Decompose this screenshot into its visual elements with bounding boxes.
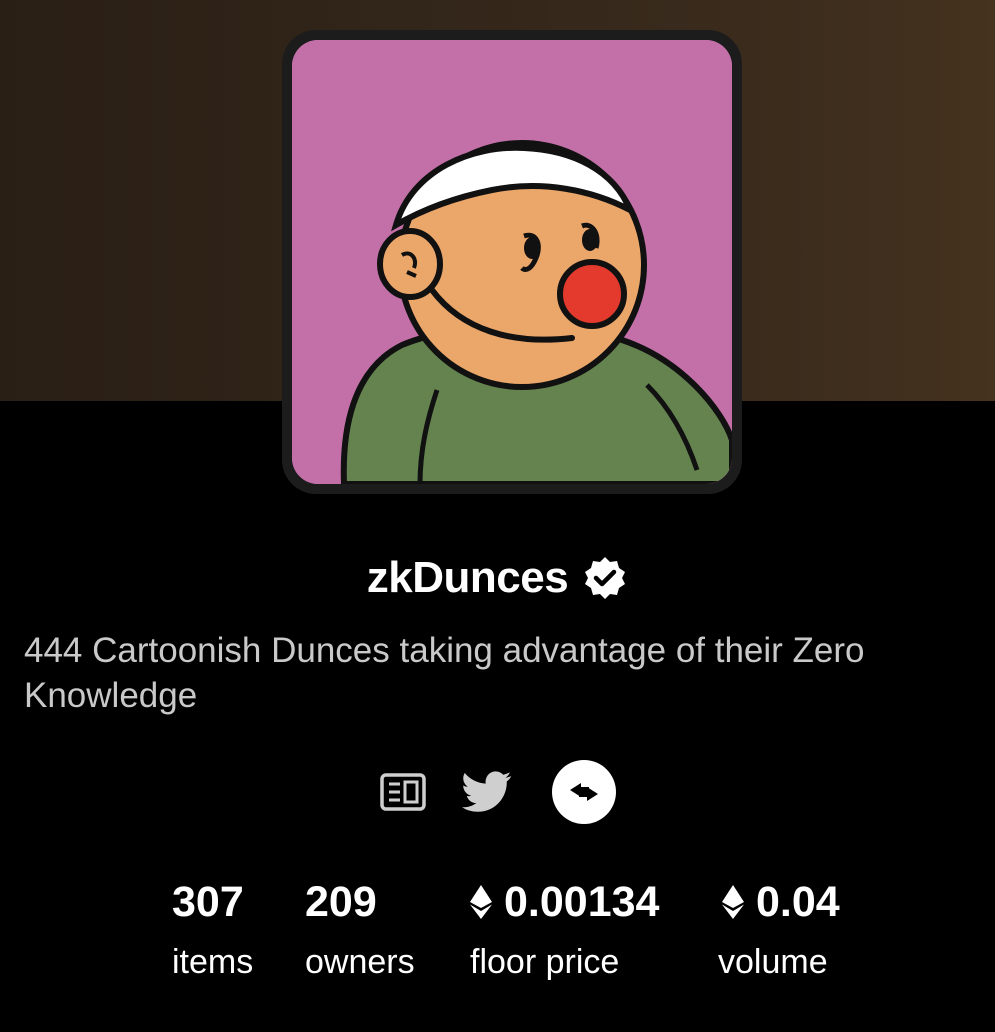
collection-title-row: zkDunces — [0, 548, 995, 608]
owners-count: 209 — [305, 878, 377, 926]
website-link[interactable] — [379, 769, 426, 815]
collection-avatar[interactable] — [292, 40, 732, 484]
eth-icon — [470, 885, 492, 919]
volume-value-row: 0.04 — [722, 872, 840, 932]
eth-icon — [722, 885, 744, 919]
bridge-icon — [569, 783, 598, 801]
stat-floor-price: 0.00134 floor price — [470, 872, 659, 992]
floor-price-label: floor price — [470, 943, 620, 981]
website-icon — [379, 773, 426, 811]
collection-stats: 307 items 209 owners 0.00134 floor price… — [0, 872, 995, 992]
bridge-link[interactable] — [551, 760, 616, 824]
stat-owners: 209 owners — [305, 872, 415, 992]
stat-items: 307 items — [172, 872, 253, 992]
twitter-icon — [461, 771, 511, 812]
twitter-link[interactable] — [461, 769, 512, 815]
volume-value: 0.04 — [756, 878, 840, 926]
floor-price-value: 0.00134 — [504, 878, 660, 926]
owners-label: owners — [305, 943, 415, 981]
dunce-character-image — [292, 40, 732, 484]
collection-description: 444 Cartoonish Dunces taking advantage o… — [24, 631, 865, 715]
collection-name: zkDunces — [366, 553, 569, 602]
volume-label: volume — [718, 943, 828, 981]
items-label: items — [172, 943, 254, 981]
floor-price-value-row: 0.00134 — [470, 872, 659, 932]
social-links — [0, 760, 995, 824]
stat-volume: 0.04 volume — [718, 872, 840, 992]
items-count: 307 — [172, 878, 244, 926]
verified-badge-icon — [582, 555, 628, 601]
